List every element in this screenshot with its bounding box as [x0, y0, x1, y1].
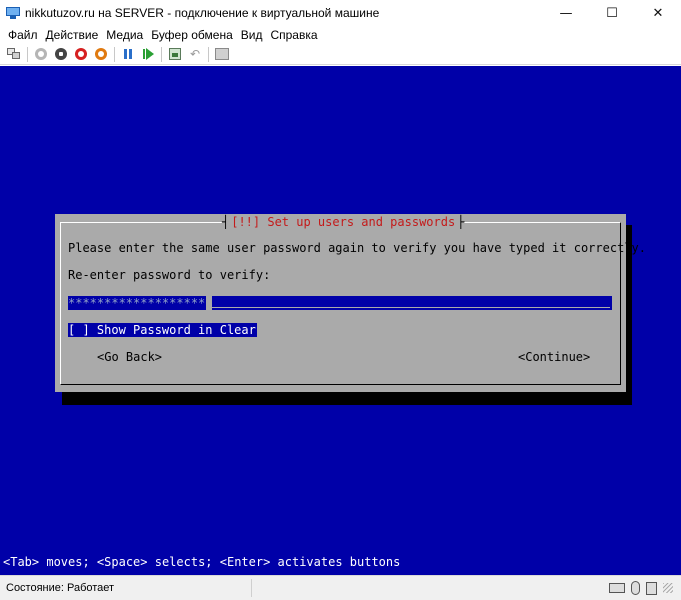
- turn-off-icon[interactable]: [54, 47, 68, 61]
- toolbar-separator: [27, 46, 28, 62]
- window-controls: — ☐ ✕: [543, 0, 681, 26]
- toolbar: ↶: [0, 44, 681, 65]
- menu-media[interactable]: Медиа: [102, 28, 147, 42]
- key-hint: <Tab> moves; <Space> selects; <Enter> ac…: [3, 555, 401, 569]
- menu-file[interactable]: Файл: [4, 28, 42, 42]
- close-button[interactable]: ✕: [635, 0, 681, 26]
- title-right-bracket: ├: [457, 215, 465, 229]
- dialog-title-bar: ┤ [!!] Set up users and passwords ├: [222, 214, 465, 230]
- menu-bar: Файл Действие Медиа Буфер обмена Вид Спр…: [0, 26, 681, 44]
- menu-help[interactable]: Справка: [266, 28, 321, 42]
- title-bar: nikkutuzov.ru на SERVER - подключение к …: [0, 0, 681, 26]
- go-back-button[interactable]: <Go Back>: [97, 350, 162, 364]
- vm-console[interactable]: ┤ [!!] Set up users and passwords ├ Plea…: [0, 66, 681, 575]
- maximize-button[interactable]: ☐: [589, 0, 635, 26]
- pause-icon[interactable]: [121, 47, 135, 61]
- password-verify-input[interactable]: *******************: [68, 296, 612, 310]
- menu-view[interactable]: Вид: [237, 28, 267, 42]
- start-icon[interactable]: [34, 47, 48, 61]
- field-label: Re-enter password to verify:: [68, 268, 271, 282]
- reset-icon[interactable]: [141, 47, 155, 61]
- status-bar: Состояние: Работает: [0, 575, 681, 600]
- enhanced-session-icon[interactable]: [215, 47, 229, 61]
- title-left-bracket: ┤: [222, 215, 230, 229]
- prompt-text: Please enter the same user password agai…: [68, 241, 646, 255]
- installer-dialog: ┤ [!!] Set up users and passwords ├ Plea…: [55, 214, 646, 392]
- show-password-checkbox[interactable]: [ ] Show Password in Clear: [68, 323, 257, 337]
- continue-button[interactable]: <Continue>: [518, 350, 590, 364]
- minimize-button[interactable]: —: [543, 0, 589, 26]
- toolbar-separator: [114, 46, 115, 62]
- lock-icon: [646, 581, 657, 595]
- save-icon[interactable]: [94, 47, 108, 61]
- password-value: *******************: [68, 296, 206, 310]
- vm-connect-icon: [6, 7, 20, 19]
- toolbar-separator: [208, 46, 209, 62]
- menu-action[interactable]: Действие: [42, 28, 103, 42]
- keyboard-icon: [609, 583, 625, 593]
- window-title: nikkutuzov.ru на SERVER - подключение к …: [25, 6, 380, 20]
- shut-down-icon[interactable]: [74, 47, 88, 61]
- dialog-title: [!!] Set up users and passwords: [231, 215, 456, 229]
- status-separator: [251, 579, 252, 597]
- menu-clipboard[interactable]: Буфер обмена: [147, 28, 237, 42]
- status-icons: [609, 581, 673, 595]
- revert-icon[interactable]: ↶: [188, 47, 202, 61]
- ctrl-alt-del-icon[interactable]: [7, 47, 21, 61]
- checkpoint-icon[interactable]: [168, 47, 182, 61]
- toolbar-separator: [161, 46, 162, 62]
- mouse-icon: [631, 581, 640, 595]
- field-underline: [212, 307, 610, 308]
- resize-grip-icon[interactable]: [663, 583, 673, 593]
- status-text: Состояние: Работает: [6, 582, 115, 594]
